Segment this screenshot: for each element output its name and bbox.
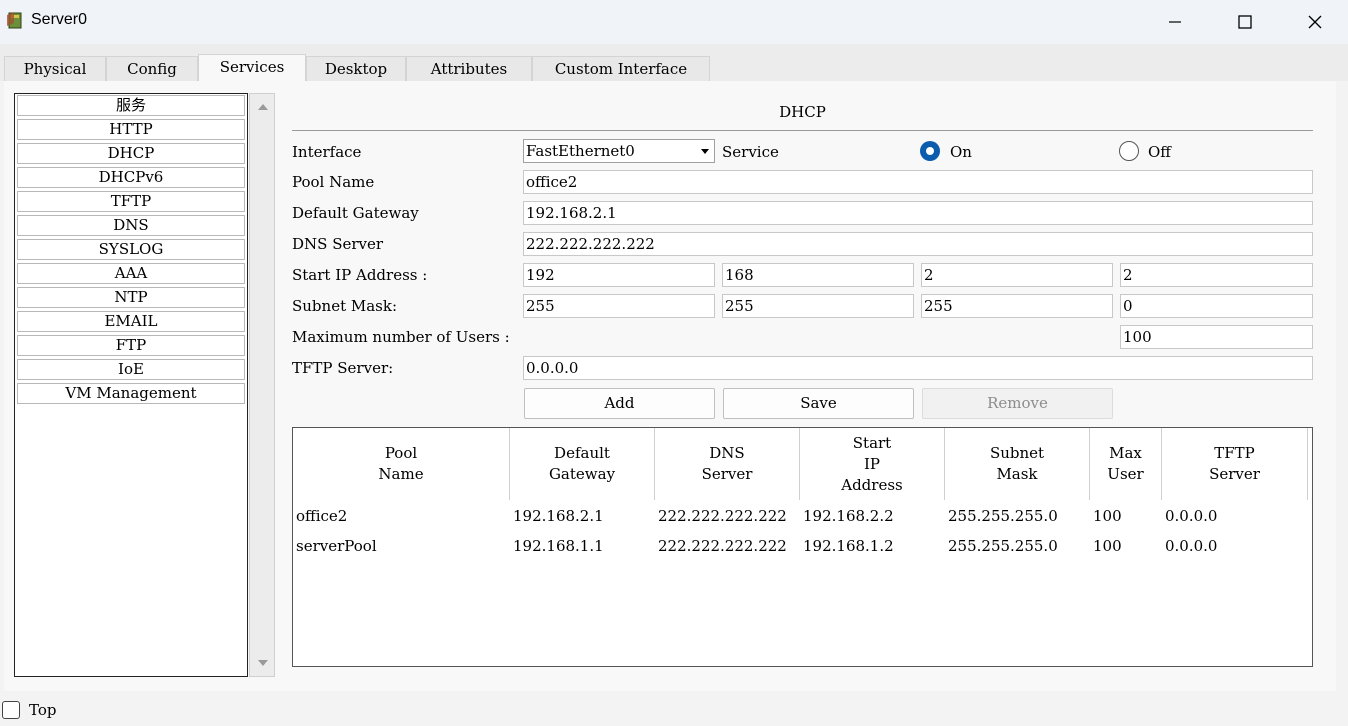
services-list: 服务 HTTP DHCP DHCPv6 TFTP DNS SYSLOG AAA … bbox=[14, 93, 248, 677]
service-item-email[interactable]: EMAIL bbox=[17, 311, 245, 332]
max-users-label: Maximum number of Users : bbox=[292, 328, 510, 346]
service-item-vm-management[interactable]: VM Management bbox=[17, 383, 245, 404]
tftp-server-input[interactable]: 0.0.0.0 bbox=[523, 356, 1313, 380]
title-bar: Server0 bbox=[0, 0, 1348, 44]
cell-subnet-mask: 255.255.255.0 bbox=[948, 537, 1058, 555]
pool-table: Pool Name Default Gateway DNS Server Start I… bbox=[292, 427, 1313, 667]
subnet-octet-2[interactable]: 255 bbox=[722, 294, 914, 318]
service-label: Service bbox=[722, 143, 779, 161]
tab-config[interactable]: Config bbox=[106, 56, 198, 81]
top-checkbox[interactable] bbox=[2, 701, 20, 719]
column-header-start-ip[interactable]: Start IP Address bbox=[800, 428, 945, 500]
cell-tftp-server: 0.0.0.0 bbox=[1165, 537, 1218, 555]
max-users-input[interactable]: 100 bbox=[1120, 325, 1313, 349]
tab-bar: Physical Config Services Desktop Attribu… bbox=[0, 44, 1348, 81]
window-title: Server0 bbox=[31, 11, 88, 28]
close-button[interactable] bbox=[1280, 0, 1348, 44]
cell-start-ip: 192.168.2.2 bbox=[803, 507, 894, 525]
cell-dns-server: 222.222.222.222 bbox=[658, 537, 787, 555]
top-checkbox-label: Top bbox=[29, 701, 57, 719]
dhcp-title: DHCP bbox=[779, 103, 826, 121]
scroll-down-icon[interactable] bbox=[256, 656, 270, 670]
chevron-down-icon bbox=[701, 149, 709, 154]
cell-tftp-server: 0.0.0.0 bbox=[1165, 507, 1218, 525]
tab-custom-interface[interactable]: Custom Interface bbox=[532, 56, 710, 81]
cell-dns-server: 222.222.222.222 bbox=[658, 507, 787, 525]
column-header-max-user[interactable]: Max User bbox=[1090, 428, 1162, 500]
cell-pool-name: serverPool bbox=[296, 537, 377, 555]
interface-select[interactable]: FastEthernet0 bbox=[523, 139, 715, 163]
cell-start-ip: 192.168.1.2 bbox=[803, 537, 894, 555]
cell-max-user: 100 bbox=[1093, 537, 1122, 555]
dns-server-input[interactable]: 222.222.222.222 bbox=[523, 232, 1313, 256]
service-item-syslog[interactable]: SYSLOG bbox=[17, 239, 245, 260]
service-item-tftp[interactable]: TFTP bbox=[17, 191, 245, 212]
service-item-ftp[interactable]: FTP bbox=[17, 335, 245, 356]
service-item-dhcp[interactable]: DHCP bbox=[17, 143, 245, 164]
services-scrollbar[interactable] bbox=[249, 93, 275, 677]
tab-services[interactable]: Services bbox=[198, 54, 306, 81]
start-ip-octet-4[interactable]: 2 bbox=[1120, 263, 1313, 287]
service-on-radio[interactable] bbox=[920, 141, 940, 161]
close-icon bbox=[1308, 15, 1322, 29]
column-header-pool-name[interactable]: Pool Name bbox=[293, 428, 510, 500]
service-on-label: On bbox=[950, 143, 972, 161]
tab-desktop[interactable]: Desktop bbox=[306, 56, 406, 81]
cell-pool-name: office2 bbox=[296, 507, 348, 525]
column-header-default-gateway[interactable]: Default Gateway bbox=[510, 428, 655, 500]
subnet-octet-4[interactable]: 0 bbox=[1120, 294, 1313, 318]
subnet-mask-label: Subnet Mask: bbox=[292, 297, 398, 315]
services-panel: 服务 HTTP DHCP DHCPv6 TFTP DNS SYSLOG AAA … bbox=[4, 81, 1336, 691]
bottom-bar: Top bbox=[0, 691, 1348, 726]
scroll-up-icon[interactable] bbox=[256, 100, 270, 114]
default-gateway-input[interactable]: 192.168.2.1 bbox=[523, 201, 1313, 225]
pool-name-label: Pool Name bbox=[292, 173, 375, 191]
subnet-octet-1[interactable]: 255 bbox=[523, 294, 715, 318]
cell-max-user: 100 bbox=[1093, 507, 1122, 525]
dhcp-divider bbox=[292, 130, 1313, 131]
maximize-button[interactable] bbox=[1210, 0, 1280, 44]
pool-name-input[interactable]: office2 bbox=[523, 170, 1313, 194]
service-item-aaa[interactable]: AAA bbox=[17, 263, 245, 284]
tab-attributes[interactable]: Attributes bbox=[406, 56, 532, 81]
minimize-button[interactable] bbox=[1140, 0, 1210, 44]
service-item-http[interactable]: HTTP bbox=[17, 119, 245, 140]
start-ip-label: Start IP Address : bbox=[292, 266, 428, 284]
cell-subnet-mask: 255.255.255.0 bbox=[948, 507, 1058, 525]
cell-default-gateway: 192.168.1.1 bbox=[513, 537, 604, 555]
service-item-ntp[interactable]: NTP bbox=[17, 287, 245, 308]
start-ip-octet-2[interactable]: 168 bbox=[722, 263, 914, 287]
service-item-dhcpv6[interactable]: DHCPv6 bbox=[17, 167, 245, 188]
service-item-ioe[interactable]: IoE bbox=[17, 359, 245, 380]
service-off-label: Off bbox=[1148, 143, 1171, 161]
server-app-icon bbox=[7, 12, 22, 29]
start-ip-octet-3[interactable]: 2 bbox=[921, 263, 1113, 287]
interface-label: Interface bbox=[292, 143, 362, 161]
save-button[interactable]: Save bbox=[723, 388, 914, 419]
subnet-octet-3[interactable]: 255 bbox=[921, 294, 1113, 318]
service-item-dns[interactable]: DNS bbox=[17, 215, 245, 236]
tftp-server-label: TFTP Server: bbox=[292, 359, 394, 377]
add-button[interactable]: Add bbox=[524, 388, 715, 419]
minimize-icon bbox=[1169, 21, 1181, 23]
column-header-subnet-mask[interactable]: Subnet Mask bbox=[945, 428, 1090, 500]
service-off-radio[interactable] bbox=[1119, 141, 1139, 161]
column-header-tftp-server[interactable]: TFTP Server bbox=[1162, 428, 1308, 500]
tab-physical[interactable]: Physical bbox=[4, 56, 106, 81]
start-ip-octet-1[interactable]: 192 bbox=[523, 263, 715, 287]
service-item-header[interactable]: 服务 bbox=[17, 95, 245, 116]
remove-button[interactable]: Remove bbox=[922, 388, 1113, 419]
interface-select-value: FastEthernet0 bbox=[526, 142, 635, 160]
cell-default-gateway: 192.168.2.1 bbox=[513, 507, 604, 525]
dns-server-label: DNS Server bbox=[292, 235, 384, 253]
column-header-dns-server[interactable]: DNS Server bbox=[655, 428, 800, 500]
maximize-icon bbox=[1238, 15, 1252, 29]
default-gateway-label: Default Gateway bbox=[292, 204, 419, 222]
